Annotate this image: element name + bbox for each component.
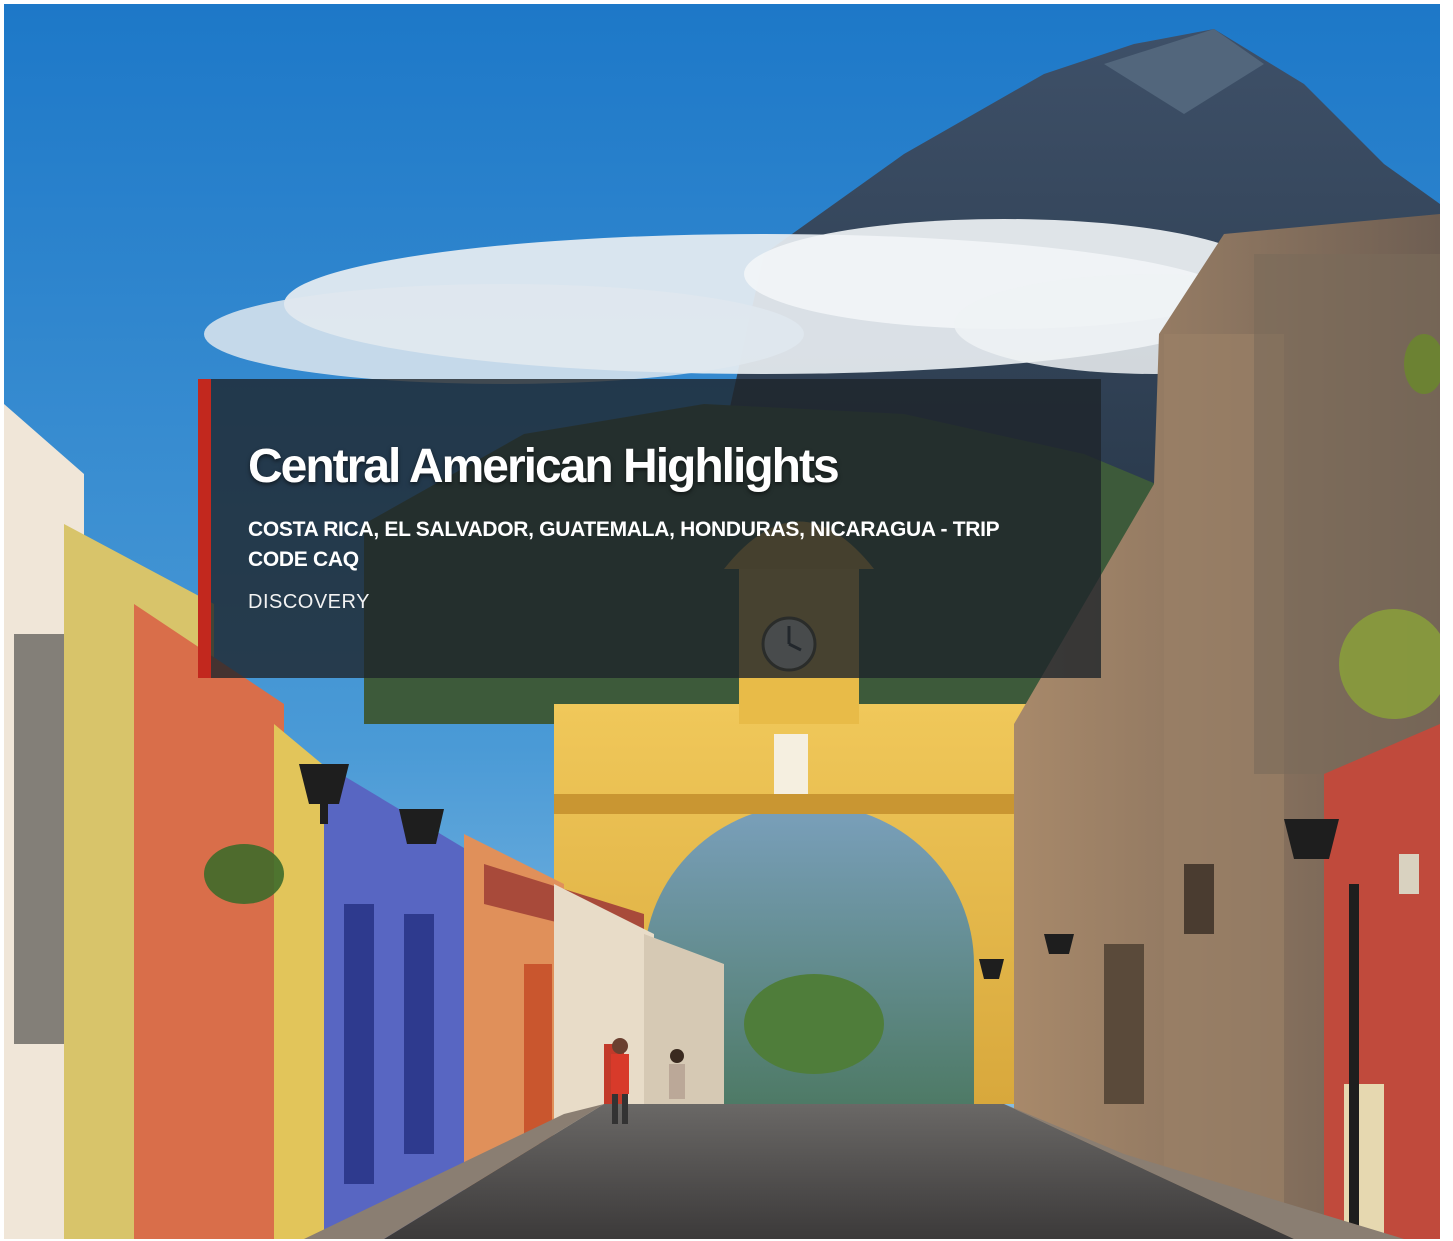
- hero-image: Central American Highlights COSTA RICA, …: [4, 4, 1440, 1239]
- trip-destinations-and-code: COSTA RICA, EL SALVADOR, GUATEMALA, HOND…: [248, 518, 1000, 571]
- trip-style: DISCOVERY: [248, 591, 370, 613]
- trip-info-card: Central American Highlights COSTA RICA, …: [198, 379, 1101, 678]
- trip-title: Central American Highlights: [248, 440, 840, 493]
- card-accent-bar: [198, 379, 211, 678]
